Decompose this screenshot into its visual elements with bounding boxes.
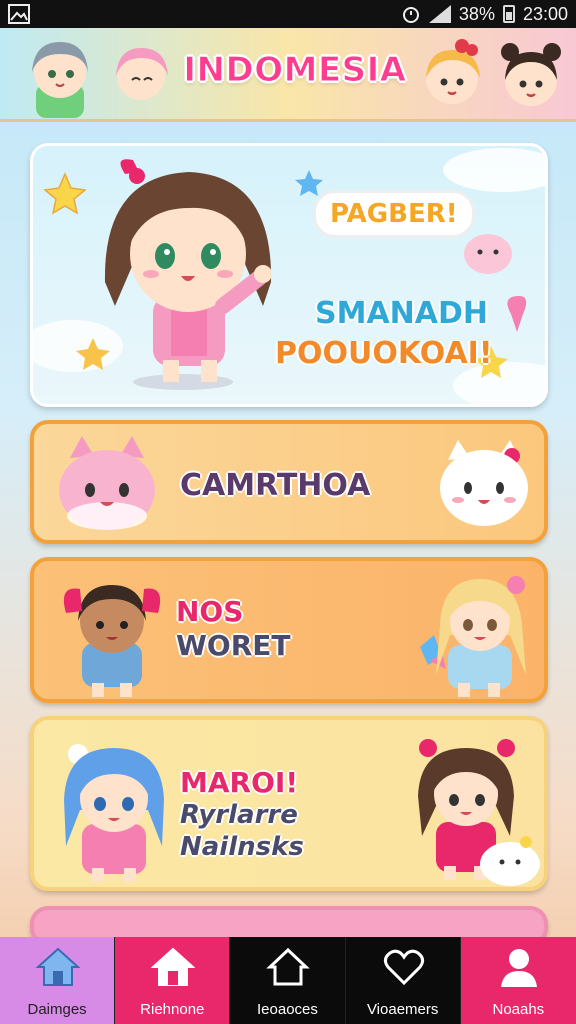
menu-card-3[interactable]: MAROI! Ryrlarre Nailnsks [30, 716, 548, 891]
hero-subheadline: POOUOKOAI! [275, 336, 493, 371]
nav-label-vioaemers: Vioaemers [366, 1001, 439, 1018]
home-icon [36, 947, 80, 986]
card-3-title: MAROI! [180, 766, 299, 799]
blonde-girl-character [420, 576, 526, 697]
header-avatar-2 [116, 48, 168, 100]
nav-label-daimges: Daimges [27, 1001, 87, 1018]
menu-card-2[interactable]: NOS WORET [30, 557, 548, 703]
card-2-subtitle: WORET [176, 629, 291, 662]
blue-hair-girl-character [64, 744, 164, 882]
nav-label-riehnone: Riehnone [140, 1001, 205, 1018]
menu-card-1[interactable]: CAMRTHOA [30, 420, 548, 544]
alarm-icon [402, 7, 419, 23]
white-cat-mascot [440, 440, 528, 526]
app-title: INDOMESIA [183, 50, 407, 91]
app-header: INDOMESIA [0, 28, 576, 122]
heart-icon [383, 949, 424, 986]
status-time: 23:00 [522, 3, 568, 24]
card-1-title: CAMRTHOA [180, 468, 371, 503]
house-outline-icon [266, 947, 311, 986]
battery-percent: 38% [458, 3, 495, 24]
status-bar: 38% 23:00 [0, 0, 576, 28]
signal-icon [428, 5, 451, 23]
brown-hair-girl-with-pet-character [418, 739, 540, 886]
header-avatar-1 [32, 42, 88, 118]
gallery-icon [8, 4, 30, 24]
hero-headline: SMANADH [315, 296, 489, 331]
card-3-line-3: Nailnsks [180, 832, 304, 862]
bottom-navigation: Daimges Riehnone Ieoaoces Vioaemers Noaa… [0, 937, 576, 1024]
header-avatar-3 [426, 39, 480, 104]
battery-icon [502, 5, 515, 23]
nav-tab-vioaemers[interactable]: Vioaemers [346, 937, 461, 1024]
nav-label-ieoaoces: Ieoaoces [257, 1001, 318, 1018]
card-2-title: NOS [176, 595, 244, 628]
hero-banner-card[interactable]: PAGBER! SMANADH POOUOKOAI! [30, 143, 548, 407]
hero-speech-bubble: PAGBER! [313, 190, 475, 238]
pink-cat-mascot [59, 436, 155, 530]
header-avatar-4 [501, 43, 561, 106]
person-icon [500, 949, 537, 987]
nav-tab-ieoaoces[interactable]: Ieoaoces [230, 937, 346, 1024]
nav-label-noaahs: Noaahs [492, 1001, 545, 1018]
nav-tab-riehnone[interactable]: Riehnone [115, 937, 231, 1024]
nav-tab-noaahs[interactable]: Noaahs [460, 937, 576, 1024]
card-3-line-2: Ryrlarre [180, 800, 298, 830]
girl-blue-dress-character [63, 585, 161, 697]
nav-tab-daimges[interactable]: Daimges [0, 937, 116, 1024]
house-icon [151, 947, 196, 986]
